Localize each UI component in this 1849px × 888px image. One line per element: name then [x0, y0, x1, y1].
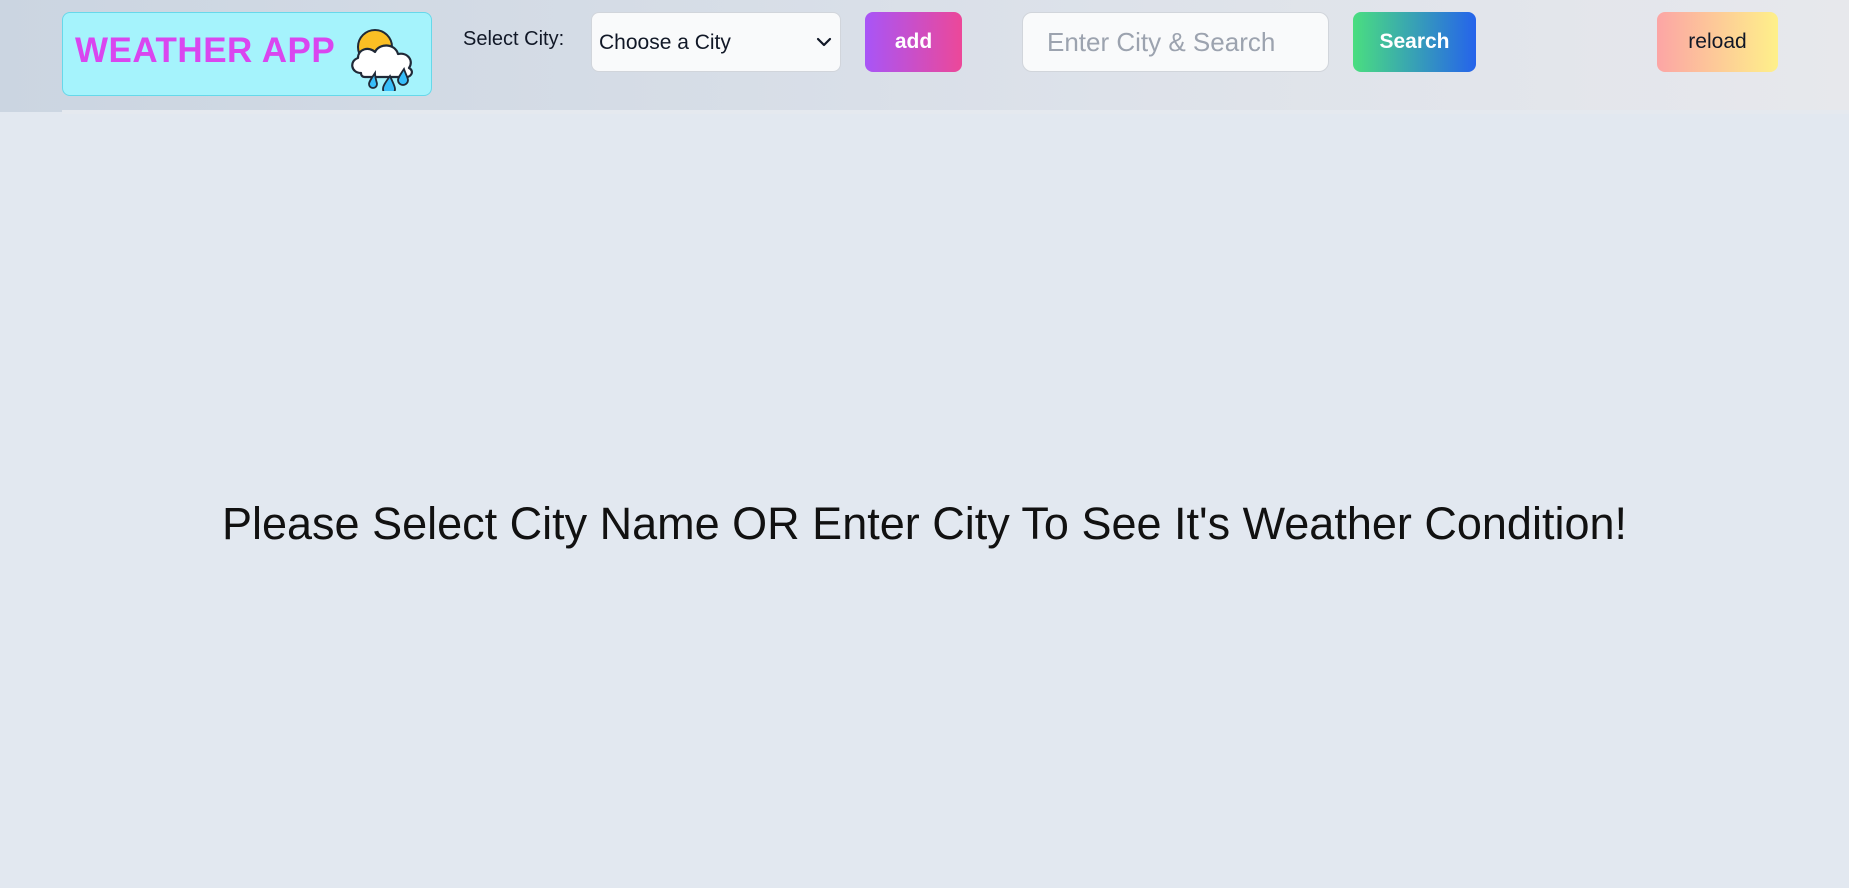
app-logo: WEATHER APP [62, 12, 432, 96]
empty-state-message: Please Select City Name OR Enter City To… [221, 498, 1628, 549]
city-select-dropdown[interactable]: Choose a City [591, 12, 841, 72]
reload-button[interactable]: reload [1657, 12, 1778, 72]
header-divider [62, 110, 1849, 114]
search-button[interactable]: Search [1353, 12, 1476, 72]
city-select-value: Choose a City [599, 31, 731, 54]
city-search-input[interactable] [1022, 12, 1329, 72]
add-button[interactable]: add [865, 12, 962, 72]
cloud-rain-sun-icon [351, 29, 413, 91]
chevron-down-icon [816, 37, 832, 47]
app-title: WEATHER APP [75, 31, 336, 70]
select-city-label: Select City: [463, 28, 565, 50]
